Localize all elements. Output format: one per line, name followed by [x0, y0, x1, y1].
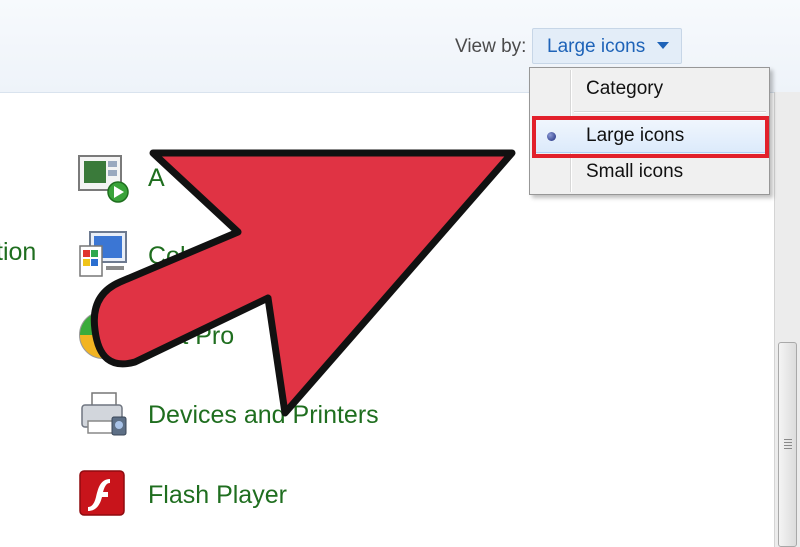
- item-label: Flash Player: [148, 481, 287, 509]
- control-panel-item-devices-printers[interactable]: Devices and Printers: [76, 387, 436, 441]
- flash-player-icon: [79, 470, 125, 516]
- item-label: ault Pro: [148, 322, 235, 350]
- action-center-icon: [78, 155, 129, 203]
- item-label: A: [148, 164, 165, 192]
- item-label: Color: [148, 242, 208, 270]
- view-by-label: View by:: [455, 36, 527, 57]
- control-panel-item-flash-player[interactable]: Flash Player: [76, 467, 436, 521]
- highlight-box: [532, 116, 769, 158]
- menu-separator: [574, 111, 766, 113]
- left-panel-link[interactable]: tion: [0, 238, 36, 267]
- control-panel-item-default-programs[interactable]: ault Pro: [76, 308, 436, 362]
- menu-item-small-icons[interactable]: Small icons: [532, 155, 767, 189]
- view-by-value: Large icons: [547, 36, 646, 57]
- dropdown-arrow-icon: [657, 42, 669, 49]
- vertical-scrollbar[interactable]: [774, 92, 800, 547]
- devices-printers-icon: [81, 392, 127, 436]
- item-label: Devices and Printers: [148, 401, 379, 429]
- control-panel-item-action-center[interactable]: A: [76, 150, 436, 204]
- default-programs-icon: [79, 311, 127, 359]
- view-by-dropdown[interactable]: Large icons: [532, 28, 682, 64]
- control-panel-item-color-management[interactable]: Color: [76, 228, 436, 282]
- scrollbar-thumb[interactable]: [778, 342, 797, 547]
- color-management-icon: [79, 231, 127, 277]
- menu-item-category[interactable]: Category: [532, 72, 767, 106]
